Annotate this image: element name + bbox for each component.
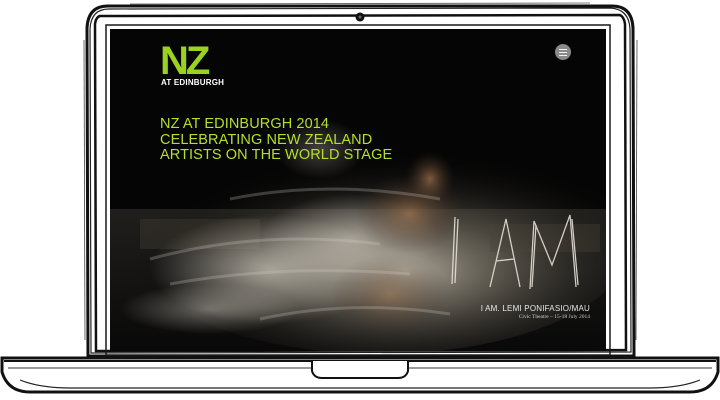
show-details: Civic Theatre – 15-18 July 2014 [518,314,590,320]
show-credit[interactable]: I AM. LEMI PONIFASIO/MAU Civic Theatre –… [481,304,590,320]
site-logo[interactable]: NZ AT EDINBURGH [160,39,224,89]
logo-mark: NZ [160,39,210,83]
hero-headline: NZ AT EDINBURGH 2014 CELEBRATING NEW ZEA… [160,116,460,164]
website-screen: NZ AT EDINBURGH NZ AT EDINBURGH 2014 CEL… [110,29,606,351]
headline-line-3: ARTISTS ON THE WORLD STAGE [160,147,393,163]
hamburger-menu-icon[interactable] [555,44,571,60]
logo-subtitle: AT EDINBURGH [161,78,225,87]
show-title: I AM. LEMI PONIFASIO/MAU [480,304,590,313]
headline-line-2: CELEBRATING NEW ZEALAND [160,131,373,148]
headline-line-1: NZ AT EDINBURGH 2014 [160,116,330,132]
